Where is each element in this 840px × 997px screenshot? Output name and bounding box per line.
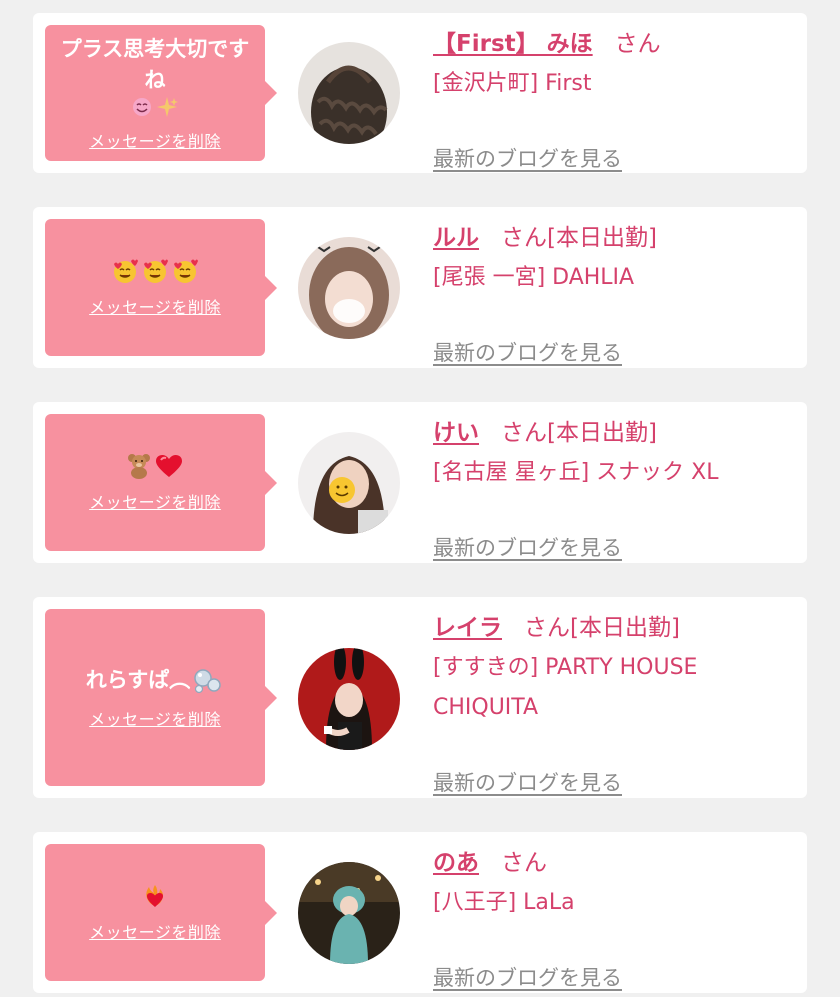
message-text bbox=[127, 883, 183, 909]
girl-info: レイラ さん[本日出勤] [すすきの] PARTY HOUSE CHIQUITA … bbox=[433, 611, 793, 795]
girl-name-link[interactable]: けい bbox=[433, 420, 479, 446]
shop-name: [尾張 一宮] DAHLIA bbox=[433, 265, 635, 290]
name-suffix: さん bbox=[614, 31, 661, 57]
delete-message-link[interactable]: メッセージを削除 bbox=[89, 128, 221, 152]
latest-blog-link[interactable]: 最新のブログを見る bbox=[433, 767, 622, 797]
delete-message-link[interactable]: メッセージを削除 bbox=[89, 489, 221, 513]
girl-name-link[interactable]: ルル bbox=[433, 225, 479, 251]
avatar[interactable] bbox=[298, 237, 400, 339]
favorite-card: メッセージを削除 けい さん[本日出勤] [名古屋 星ヶ丘] スナック XL 最新… bbox=[33, 402, 807, 563]
message-text: プラス思考大切ですね bbox=[46, 34, 264, 118]
smiling-face-with-hearts-icon bbox=[112, 258, 138, 284]
girl-info: のあ さん [八王子] LaLa 最新のブログを見る bbox=[433, 846, 793, 990]
shop-name: [金沢片町] First bbox=[433, 71, 592, 96]
shop-name: [名古屋 星ヶ丘] スナック XL bbox=[433, 460, 719, 485]
delete-message-link[interactable]: メッセージを削除 bbox=[89, 919, 221, 943]
girl-info: ルル さん[本日出勤] [尾張 一宮] DAHLIA 最新のブログを見る bbox=[433, 221, 793, 365]
favorite-card: メッセージを削除 ルル さん[本日出勤] [尾張 一宮] DAHLIA 最新のブロ… bbox=[33, 207, 807, 368]
avatar[interactable] bbox=[298, 648, 400, 750]
favorite-card: れらすぱ︵ メッセージを削除 レイラ さん[本日出勤] [すすきの] PARTY … bbox=[33, 597, 807, 798]
girl-info: けい さん[本日出勤] [名古屋 星ヶ丘] スナック XL 最新のブログを見る bbox=[433, 416, 793, 560]
delete-message-link[interactable]: メッセージを削除 bbox=[89, 294, 221, 318]
red-heart-icon bbox=[155, 454, 183, 478]
message-bubble: メッセージを削除 bbox=[45, 844, 277, 981]
message-text bbox=[96, 258, 214, 284]
message-bubble: メッセージを削除 bbox=[45, 414, 277, 551]
favorite-card: プラス思考大切ですね メッセージを削除 【First】 みほ さん [金沢片町] … bbox=[33, 13, 807, 173]
name-suffix: さん bbox=[501, 850, 547, 876]
message-text bbox=[111, 453, 199, 479]
teddy-bear-icon bbox=[127, 453, 151, 479]
smiling-face-with-hearts-icon bbox=[142, 258, 168, 284]
name-suffix: さん[本日出勤] bbox=[501, 225, 657, 251]
delete-message-link[interactable]: メッセージを削除 bbox=[89, 706, 221, 730]
shop-name: [すすきの] PARTY HOUSE CHIQUITA bbox=[433, 655, 698, 720]
name-suffix: さん[本日出勤] bbox=[524, 615, 680, 641]
smiling-face-with-hearts-icon bbox=[172, 258, 198, 284]
sparkles-icon bbox=[156, 96, 178, 118]
bubbles-icon bbox=[192, 668, 222, 694]
latest-blog-link[interactable]: 最新のブログを見る bbox=[433, 532, 622, 562]
latest-blog-link[interactable]: 最新のブログを見る bbox=[433, 337, 622, 367]
girl-info: 【First】 みほ さん [金沢片町] First 最新のブログを見る bbox=[433, 27, 793, 171]
avatar[interactable] bbox=[298, 432, 400, 534]
latest-blog-link[interactable]: 最新のブログを見る bbox=[433, 143, 622, 173]
girl-name-link[interactable]: レイラ bbox=[433, 615, 502, 641]
heart-on-fire-icon bbox=[143, 883, 167, 909]
message-bubble: メッセージを削除 bbox=[45, 219, 277, 356]
shop-name: [八王子] LaLa bbox=[433, 890, 575, 915]
avatar[interactable] bbox=[298, 862, 400, 964]
girl-name-link[interactable]: のあ bbox=[433, 850, 479, 876]
avatar[interactable] bbox=[298, 42, 400, 144]
message-text: れらすぱ︵ bbox=[72, 665, 239, 696]
message-bubble: れらすぱ︵ メッセージを削除 bbox=[45, 609, 277, 786]
latest-blog-link[interactable]: 最新のブログを見る bbox=[433, 962, 622, 992]
smiling-face-icon bbox=[132, 97, 152, 117]
name-suffix: さん[本日出勤] bbox=[501, 420, 657, 446]
favorite-card: メッセージを削除 のあ さん [八王子] LaLa 最新のブログを見る bbox=[33, 832, 807, 993]
girl-name-link[interactable]: 【First】 みほ bbox=[433, 31, 593, 57]
message-bubble: プラス思考大切ですね メッセージを削除 bbox=[45, 25, 277, 161]
